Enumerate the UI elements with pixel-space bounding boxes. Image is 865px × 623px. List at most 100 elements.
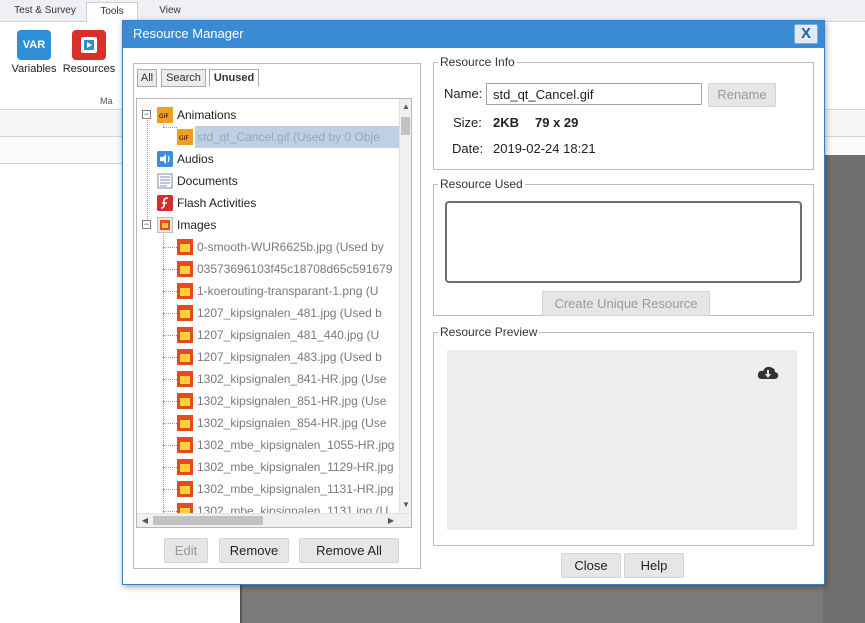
dialog-titlebar[interactable]: Resource Manager X: [123, 21, 824, 48]
image-file-icon: [177, 349, 193, 365]
image-file-icon: [177, 371, 193, 387]
tree-folder-label: Documents: [177, 174, 238, 188]
svg-text:GIF: GIF: [159, 113, 169, 120]
image-file-icon: [177, 283, 193, 299]
tree-folder-audios[interactable]: Audios: [137, 148, 401, 170]
tree-vertical-scrollbar[interactable]: ▲ ▼: [399, 99, 411, 513]
tab-search[interactable]: Search: [161, 69, 206, 87]
tree-item-image[interactable]: 0-smooth-WUR6625b.jpg (Used by: [137, 236, 401, 258]
image-file-icon: [177, 239, 193, 255]
variables-button[interactable]: VAR Variables: [6, 30, 62, 75]
tree-item-gif[interactable]: GIF std_qt_Cancel.gif (Used by 0 Obje: [137, 126, 401, 148]
tree-item-image[interactable]: 1-koerouting-transparant-1.png (U: [137, 280, 401, 302]
tab-view[interactable]: View: [144, 2, 196, 22]
edit-button[interactable]: Edit: [164, 538, 208, 563]
date-label: Date:: [452, 141, 484, 156]
resources-label: Resources: [62, 63, 116, 75]
tree-item-label: 1302_mbe_kipsignalen_1055-HR.jpg: [197, 438, 395, 452]
tree-item-label: 1302_kipsignalen_841-HR.jpg (Use: [197, 372, 387, 386]
remove-all-button[interactable]: Remove All: [299, 538, 399, 563]
scroll-down-icon[interactable]: ▼: [400, 499, 411, 511]
tree-item-image[interactable]: 1302_mbe_kipsignalen_1131.jpg (U: [137, 500, 401, 513]
resource-used-group: Resource Used Create Unique Resource: [433, 177, 814, 316]
scroll-thumb[interactable]: [153, 516, 263, 525]
gif-file-icon: GIF: [177, 129, 193, 145]
dialog-title: Resource Manager: [133, 26, 244, 41]
dimensions-value: 79 x 29: [535, 115, 579, 130]
tree-folder-animations[interactable]: − GIF Animations: [137, 104, 401, 126]
resource-info-legend: Resource Info: [440, 55, 515, 69]
tab-test-survey[interactable]: Test & Survey: [6, 2, 84, 22]
help-button[interactable]: Help: [624, 553, 684, 578]
image-file-icon: [177, 415, 193, 431]
tree-item-image[interactable]: 1302_kipsignalen_854-HR.jpg (Use: [137, 412, 401, 434]
name-label: Name:: [444, 86, 483, 101]
tree-item-label: 1302_mbe_kipsignalen_1131-HR.jpg: [197, 482, 394, 496]
collapse-toggle[interactable]: −: [142, 220, 151, 229]
image-file-icon: [177, 481, 193, 497]
tree-item-label: 1-koerouting-transparant-1.png (U: [197, 284, 379, 298]
tree-item-image[interactable]: 1302_mbe_kipsignalen_1055-HR.jpg: [137, 434, 401, 456]
tree-item-label: 0-smooth-WUR6625b.jpg (Used by: [197, 240, 384, 254]
tree-item-image[interactable]: 1302_kipsignalen_841-HR.jpg (Use: [137, 368, 401, 390]
resource-preview-group: Resource Preview: [433, 325, 814, 546]
tree-folder-label: Flash Activities: [177, 196, 257, 210]
resource-name-field[interactable]: [486, 83, 702, 105]
close-button[interactable]: Close: [561, 553, 621, 578]
tree-item-label: 1302_mbe_kipsignalen_1131.jpg (U: [197, 504, 389, 513]
scroll-thumb[interactable]: [401, 117, 410, 135]
tree-item-image[interactable]: 1207_kipsignalen_483.jpg (Used b: [137, 346, 401, 368]
gif-folder-icon: GIF: [157, 107, 173, 123]
tree-folder-label: Audios: [177, 152, 214, 166]
scroll-left-icon[interactable]: ◀: [139, 514, 151, 527]
image-file-icon: [177, 305, 193, 321]
close-dialog-button[interactable]: X: [794, 24, 818, 44]
resources-button[interactable]: Resources: [61, 30, 117, 75]
tree-horizontal-scrollbar[interactable]: ◀ ▶: [137, 513, 411, 527]
tree-item-image[interactable]: 1207_kipsignalen_481_440.jpg (U: [137, 324, 401, 346]
tree-item-label: std_qt_Cancel.gif (Used by 0 Obje: [197, 130, 380, 144]
tree-item-image[interactable]: 1302_mbe_kipsignalen_1131-HR.jpg: [137, 478, 401, 500]
scroll-up-icon[interactable]: ▲: [400, 101, 411, 113]
tree-item-image[interactable]: 1207_kipsignalen_481.jpg (Used b: [137, 302, 401, 324]
tree-folder-flash[interactable]: Flash Activities: [137, 192, 401, 214]
resource-preview-legend: Resource Preview: [440, 325, 538, 339]
resource-tree[interactable]: − GIF Animations GIF std_qt_Cancel.gif (…: [136, 98, 412, 528]
tree-item-image[interactable]: 1302_kipsignalen_851-HR.jpg (Use: [137, 390, 401, 412]
variables-icon: VAR: [17, 30, 51, 60]
resources-icon: [72, 30, 106, 60]
tree-folder-label: Animations: [177, 108, 237, 122]
tree-folder-label: Images: [177, 218, 217, 232]
scroll-right-icon[interactable]: ▶: [385, 514, 397, 527]
tree-item-label: 1302_mbe_kipsignalen_1129-HR.jpg: [197, 460, 394, 474]
rename-button[interactable]: Rename: [708, 83, 776, 107]
resource-used-legend: Resource Used: [440, 177, 523, 191]
image-file-icon: [177, 459, 193, 475]
variables-label: Variables: [11, 63, 57, 75]
collapse-toggle[interactable]: −: [142, 110, 151, 119]
tab-all[interactable]: All: [137, 69, 157, 87]
remove-button[interactable]: Remove: [219, 538, 289, 563]
tree-item-label: 1207_kipsignalen_483.jpg (Used b: [197, 350, 382, 364]
image-file-icon: [177, 503, 193, 513]
cloud-download-icon[interactable]: [757, 364, 779, 382]
tree-item-label: 1207_kipsignalen_481_440.jpg (U: [197, 328, 380, 342]
tab-unused[interactable]: Unused: [209, 69, 259, 87]
tree-folder-documents[interactable]: Documents: [137, 170, 401, 192]
tree-item-label: 1302_kipsignalen_854-HR.jpg (Use: [197, 416, 387, 430]
ribbon-group-label: Ma: [100, 96, 113, 106]
date-value: 2019-02-24 18:21: [493, 141, 596, 156]
tab-tools[interactable]: Tools: [86, 2, 138, 22]
size-value: 2KB: [493, 115, 520, 130]
audio-icon: [157, 151, 173, 167]
tree-item-image[interactable]: 1302_mbe_kipsignalen_1129-HR.jpg: [137, 456, 401, 478]
image-folder-icon: [157, 217, 173, 233]
resource-browser: All Search Unused − GIF Animations GIF s…: [133, 63, 421, 569]
tree-folder-images[interactable]: − Images: [137, 214, 401, 236]
tree-item-label: 03573696103f45c18708d65c591679: [197, 262, 393, 276]
tree-item-image[interactable]: 03573696103f45c18708d65c591679: [137, 258, 401, 280]
document-icon: [157, 173, 173, 189]
svg-text:GIF: GIF: [179, 135, 189, 142]
create-unique-resource-button[interactable]: Create Unique Resource: [542, 291, 710, 316]
resource-used-list[interactable]: [445, 201, 802, 283]
